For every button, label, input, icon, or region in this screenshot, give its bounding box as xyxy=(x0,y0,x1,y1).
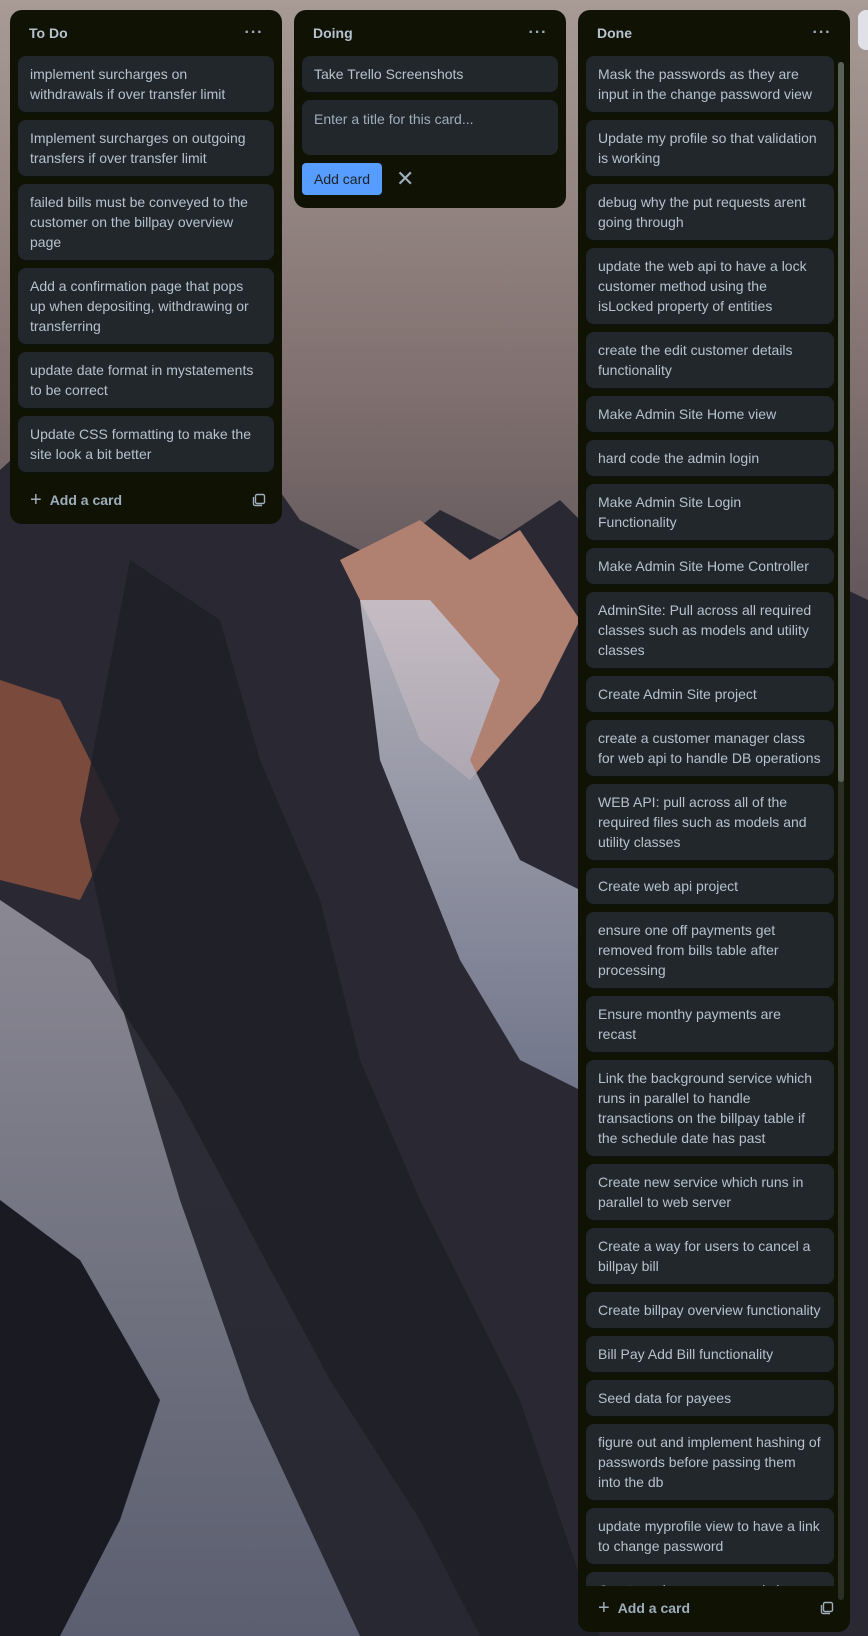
card-list: Mask the passwords as they are input in … xyxy=(578,56,850,1586)
add-card-submit-button[interactable]: Add card xyxy=(302,163,383,195)
card[interactable]: Add a confirmation page that pops up whe… xyxy=(18,268,274,344)
card[interactable]: implement surcharges on withdrawals if o… xyxy=(18,56,274,112)
card[interactable]: Update CSS formatting to make the site l… xyxy=(18,416,274,472)
card[interactable]: update the web api to have a lock custom… xyxy=(586,248,834,324)
card[interactable]: Link the background service which runs i… xyxy=(586,1060,834,1156)
card[interactable]: Make Admin Site Home Controller xyxy=(586,548,834,584)
list-title[interactable]: Done xyxy=(597,25,632,41)
add-card-label: Add a card xyxy=(49,492,123,508)
card[interactable]: Create a way for users to cancel a billp… xyxy=(586,1228,834,1284)
card-list: implement surcharges on withdrawals if o… xyxy=(10,56,282,472)
card-list: Take Trello Screenshots xyxy=(294,56,566,92)
card[interactable]: ensure one off payments get removed from… xyxy=(586,912,834,988)
list-menu-ellipsis-icon[interactable]: ··· xyxy=(806,17,838,49)
card[interactable]: Create a change password view xyxy=(586,1572,834,1586)
add-card-button[interactable]: + Add a card xyxy=(30,490,122,510)
card[interactable]: hard code the admin login xyxy=(586,440,834,476)
close-icon[interactable]: ✕ xyxy=(396,168,414,190)
list-header: Done ··· xyxy=(578,10,850,56)
add-another-list-button[interactable] xyxy=(858,10,868,50)
list-scrollbar[interactable] xyxy=(838,62,844,1600)
template-icon[interactable] xyxy=(252,493,266,507)
card[interactable]: Create Admin Site project xyxy=(586,676,834,712)
list-footer: + Add a card xyxy=(578,1588,850,1628)
list-todo: To Do ··· implement surcharges on withdr… xyxy=(10,10,282,524)
composer-actions: Add card ✕ xyxy=(294,163,566,195)
list-done: Done ··· Mask the passwords as they are … xyxy=(578,10,850,1632)
card-composer xyxy=(302,100,558,155)
list-menu-ellipsis-icon[interactable]: ··· xyxy=(238,17,270,49)
card[interactable]: Seed data for payees xyxy=(586,1380,834,1416)
card[interactable]: Create web api project xyxy=(586,868,834,904)
add-card-label: Add a card xyxy=(617,1600,691,1616)
card[interactable]: Implement surcharges on outgoing transfe… xyxy=(18,120,274,176)
template-icon[interactable] xyxy=(820,1601,834,1615)
card[interactable]: Create billpay overview functionality xyxy=(586,1292,834,1328)
card[interactable]: Make Admin Site Login Functionality xyxy=(586,484,834,540)
plus-icon: + xyxy=(30,489,42,511)
list-footer: + Add a card xyxy=(10,480,282,520)
card[interactable]: Ensure monthy payments are recast xyxy=(586,996,834,1052)
card[interactable]: debug why the put requests arent going t… xyxy=(586,184,834,240)
card[interactable]: create a customer manager class for web … xyxy=(586,720,834,776)
card[interactable]: Update my profile so that validation is … xyxy=(586,120,834,176)
card-title-input[interactable] xyxy=(314,109,546,145)
list-title[interactable]: Doing xyxy=(313,25,353,41)
list-title[interactable]: To Do xyxy=(29,25,68,41)
list-header: To Do ··· xyxy=(10,10,282,56)
list-doing: Doing ··· Take Trello Screenshots Add ca… xyxy=(294,10,566,208)
list-header: Doing ··· xyxy=(294,10,566,56)
plus-icon: + xyxy=(598,1597,610,1619)
card[interactable]: AdminSite: Pull across all required clas… xyxy=(586,592,834,668)
card[interactable]: create the edit customer details functio… xyxy=(586,332,834,388)
card[interactable]: figure out and implement hashing of pass… xyxy=(586,1424,834,1500)
card[interactable]: update myprofile view to have a link to … xyxy=(586,1508,834,1564)
list-menu-ellipsis-icon[interactable]: ··· xyxy=(522,17,554,49)
card[interactable]: Mask the passwords as they are input in … xyxy=(586,56,834,112)
card[interactable]: Take Trello Screenshots xyxy=(302,56,558,92)
card[interactable]: Make Admin Site Home view xyxy=(586,396,834,432)
list-scrollbar-thumb[interactable] xyxy=(838,62,844,782)
card[interactable]: Bill Pay Add Bill functionality xyxy=(586,1336,834,1372)
add-card-button[interactable]: + Add a card xyxy=(598,1598,690,1618)
card[interactable]: Create new service which runs in paralle… xyxy=(586,1164,834,1220)
card[interactable]: WEB API: pull across all of the required… xyxy=(586,784,834,860)
card[interactable]: failed bills must be conveyed to the cus… xyxy=(18,184,274,260)
card[interactable]: update date format in mystatements to be… xyxy=(18,352,274,408)
